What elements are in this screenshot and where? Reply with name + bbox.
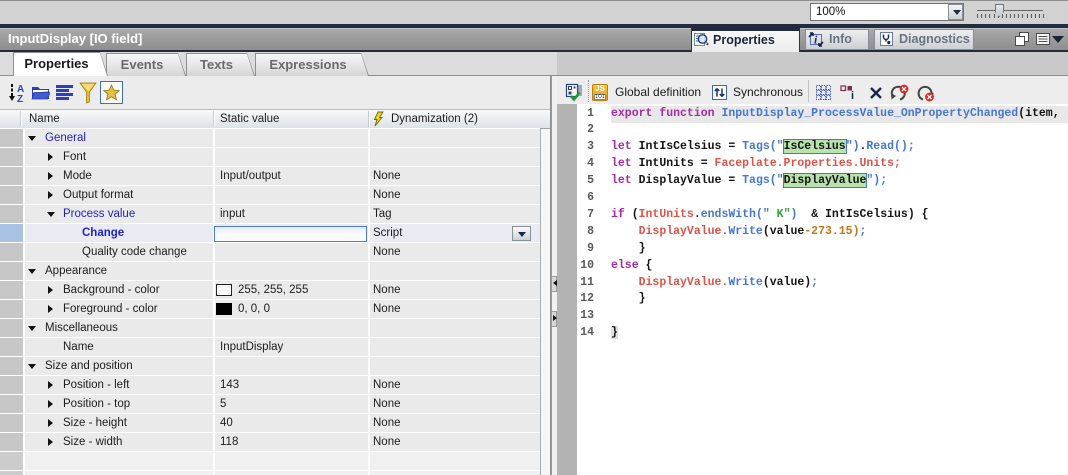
svg-text:i: i [851,90,854,101]
svg-text:Z: Z [17,94,23,104]
